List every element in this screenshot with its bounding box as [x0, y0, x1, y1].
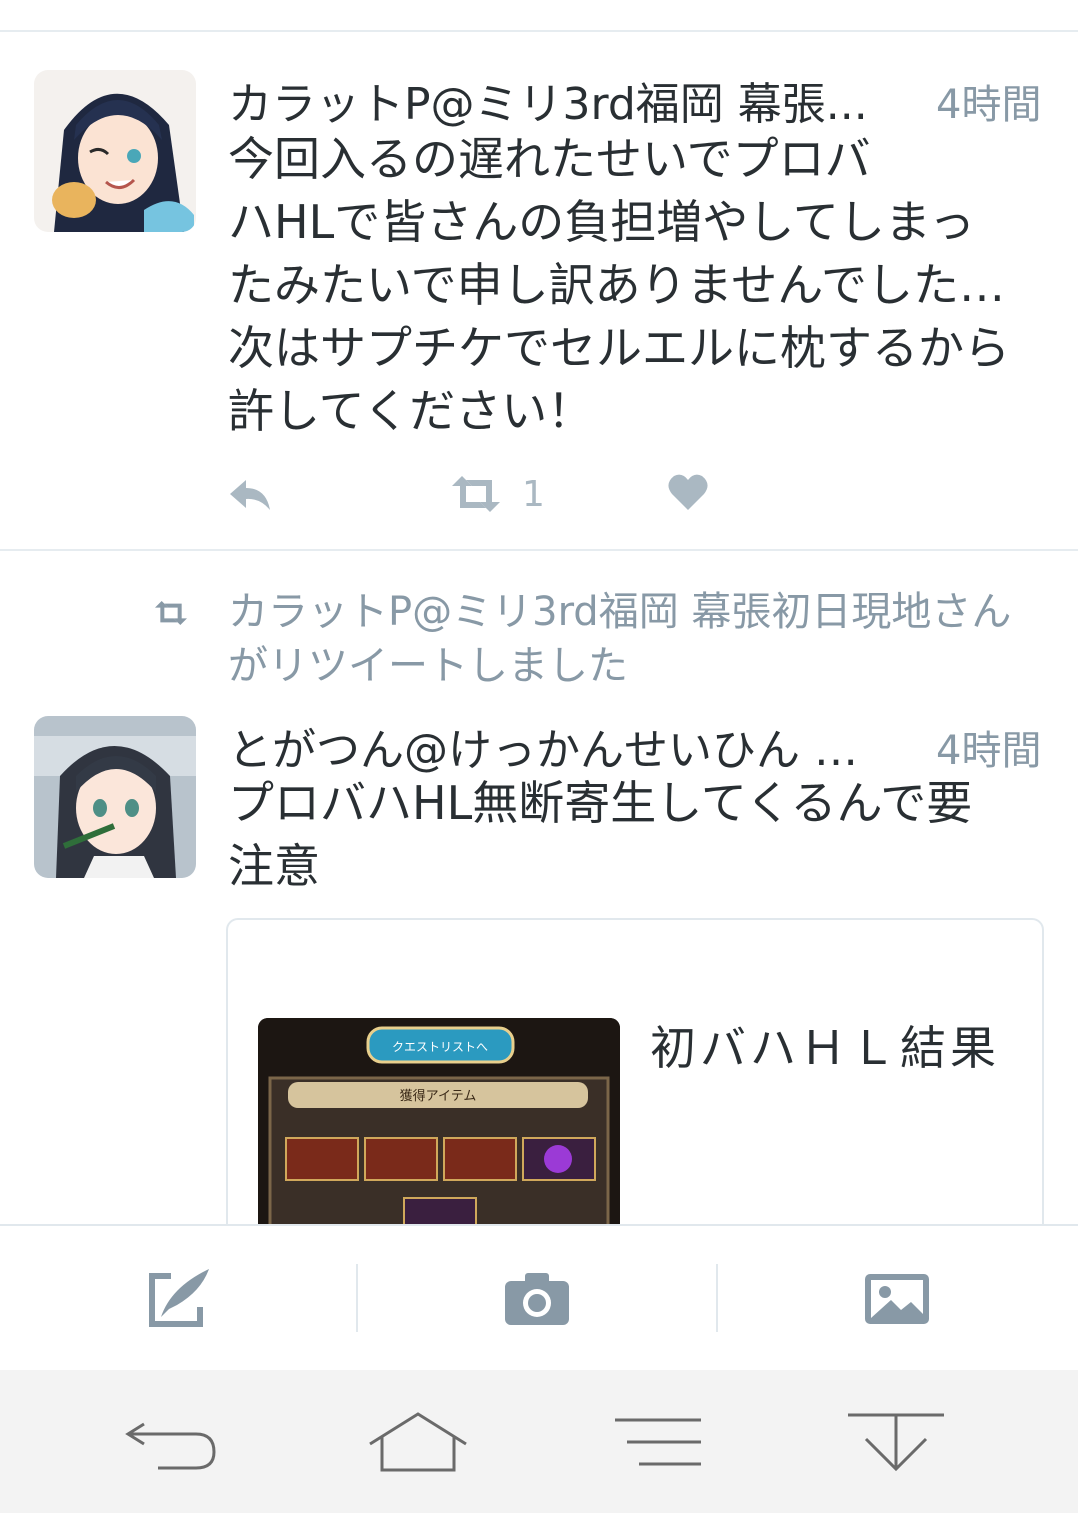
notification-pulldown-icon [848, 1413, 944, 1471]
system-navbar [0, 1370, 1078, 1513]
tweet-text-line: ハHLで皆さんの負担増やしてしまっ [228, 195, 975, 249]
retweet-notice-line: がリツイートしました [228, 643, 628, 689]
reply-icon [230, 480, 270, 510]
tweet-text: プロバハHL無断寄生してくるんで要 注意 [228, 772, 972, 898]
compose-button[interactable] [0, 1226, 358, 1372]
tweet-text-line: 許してください！ [228, 384, 594, 438]
retweet-notice-line[interactable]: カラットP@ミリ3rd福岡 幕張初日現地さん [228, 585, 1011, 639]
retweet-icon [452, 476, 500, 512]
tweet-actions: 1 [226, 470, 826, 530]
link-card[interactable]: クエストリストへ 獲得アイテム 初バハＨＬ結果 [226, 918, 1044, 1252]
author-name[interactable]: カラットP@ミリ3rd福岡 幕張... [228, 68, 908, 132]
menu-icon [615, 1418, 701, 1465]
card-title: 初バハＨＬ結果 [650, 1021, 1000, 1075]
back-button[interactable] [72, 1370, 272, 1513]
tweet-text: 今回入るの遅れたせいでプロバ ハHLで皆さんの負担増やしてしまっ たみたいで申し… [228, 128, 1010, 443]
compose-bar [0, 1224, 1078, 1372]
card-thumb-button-text: クエストリストへ [392, 1040, 488, 1054]
card-thumbnail: クエストリストへ 獲得アイテム [258, 1018, 620, 1250]
image-button[interactable] [718, 1226, 1076, 1372]
home-button[interactable] [318, 1370, 518, 1513]
tweet-time[interactable]: 4時間 [936, 718, 1041, 776]
tweet-text-line: 今回入るの遅れたせいでプロバ [228, 132, 871, 186]
back-icon [125, 1422, 216, 1469]
tweet-divider [0, 549, 1078, 551]
tweet-text-line: プロバハHL無断寄生してくるんで要 [228, 776, 973, 830]
tweet-text-line: 次はサプチケでセルエルに枕するから [228, 321, 1010, 375]
reply-button[interactable] [226, 470, 274, 518]
like-button[interactable] [666, 470, 710, 514]
retweet-icon [155, 601, 187, 625]
tweet-text-line: 注意 [228, 839, 320, 893]
camera-icon [505, 1273, 569, 1325]
card-thumb-header-text: 獲得アイテム [400, 1088, 477, 1104]
image-icon [865, 1274, 929, 1324]
retweet-button[interactable]: 1 [448, 470, 545, 518]
avatar[interactable] [34, 716, 196, 878]
home-icon [369, 1411, 467, 1471]
camera-button[interactable] [358, 1226, 716, 1372]
retweet-count: 1 [522, 473, 545, 515]
top-divider [0, 30, 1078, 32]
tweet-text-line: たみたいで申し訳ありませんでした… [228, 258, 1005, 312]
heart-icon [668, 474, 708, 510]
author-name[interactable]: とがつん@けっかんせいひん … [228, 714, 908, 778]
avatar[interactable] [34, 70, 196, 232]
tweet-time[interactable]: 4時間 [936, 72, 1041, 130]
notification-pulldown-button[interactable] [796, 1370, 996, 1513]
menu-button[interactable] [558, 1370, 758, 1513]
compose-icon [149, 1269, 209, 1327]
